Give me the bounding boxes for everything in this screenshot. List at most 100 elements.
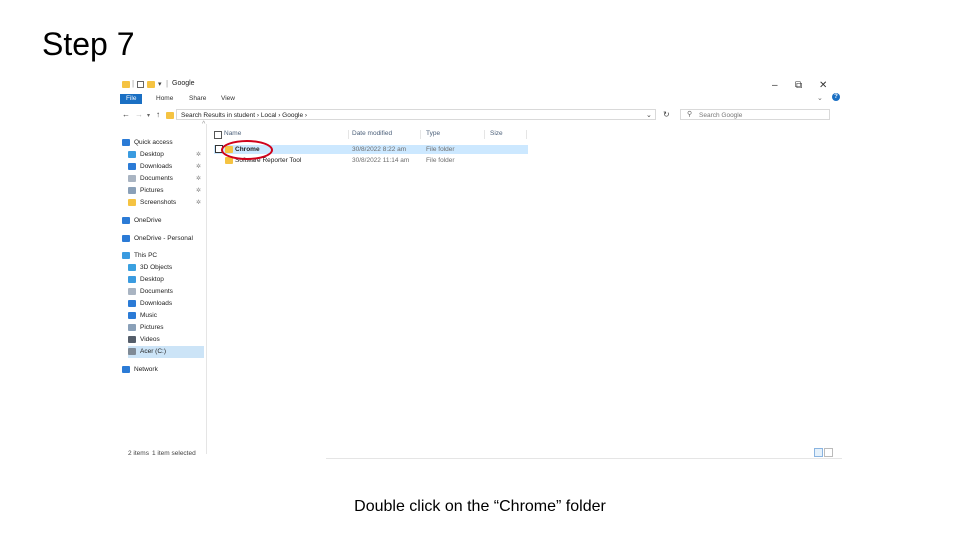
- pin-icon[interactable]: ✲: [196, 187, 201, 194]
- help-icon[interactable]: ?: [832, 93, 840, 101]
- sidebar-item-label: Quick access: [134, 139, 173, 146]
- up-arrow-icon[interactable]: ↑: [156, 110, 160, 119]
- tab-home[interactable]: Home: [156, 94, 173, 104]
- sidebar-item-pictures[interactable]: Pictures: [128, 322, 163, 334]
- sidebar-item-label: Documents: [140, 288, 173, 295]
- sidebar-item-onedrive-personal[interactable]: OneDrive - Personal: [122, 233, 193, 245]
- folder-icon: [122, 81, 130, 88]
- cloud-icon: [122, 216, 130, 224]
- new-folder-icon[interactable]: [147, 81, 155, 88]
- column-separator[interactable]: [484, 130, 485, 139]
- sidebar-item-this-pc[interactable]: This PC: [122, 250, 157, 262]
- restore-button[interactable]: ⧉: [795, 80, 802, 91]
- search-icon: ⚲: [687, 111, 693, 118]
- file-type: File folder: [426, 157, 455, 164]
- column-header-type[interactable]: Type: [426, 130, 440, 139]
- sidebar-item-label: Screenshots: [140, 199, 177, 206]
- select-all-checkbox[interactable]: [214, 131, 222, 139]
- slide-caption: Double click on the “Chrome” folder: [354, 498, 606, 515]
- sidebar-item-downloads[interactable]: Downloads: [128, 298, 172, 310]
- music-note-icon: [128, 311, 136, 319]
- sidebar-item-label: 3D Objects: [140, 264, 173, 271]
- sidebar-item-screenshots[interactable]: Screenshots: [128, 197, 176, 209]
- ribbon-tabs: File Home Share View ⌄: [118, 94, 842, 104]
- desktop-icon: [128, 275, 136, 283]
- sidebar-item-network[interactable]: Network: [122, 364, 158, 376]
- network-icon: [122, 365, 130, 373]
- search-input[interactable]: Search Google: [680, 109, 830, 120]
- tab-view[interactable]: View: [221, 94, 235, 104]
- pane-divider[interactable]: [206, 124, 207, 454]
- sidebar-item-label: Pictures: [140, 324, 164, 331]
- sidebar-item-label: Desktop: [140, 276, 164, 283]
- pin-icon[interactable]: ✲: [196, 199, 201, 206]
- file-explorer-window: | ▾ | Google – ⧉ ✕ File Home Share View …: [118, 78, 842, 462]
- close-button[interactable]: ✕: [819, 80, 827, 91]
- column-separator[interactable]: [348, 130, 349, 139]
- navigation-pane: Quick access Desktop ✲ Downloads ✲ Documents ✲…: [118, 128, 206, 408]
- file-date-modified: 30/8/2022 11:14 am: [352, 157, 410, 164]
- title-separator: |: [166, 79, 169, 88]
- document-icon: [128, 174, 136, 182]
- sidebar-item-onedrive[interactable]: OneDrive: [122, 215, 161, 227]
- large-icons-view-icon[interactable]: [824, 448, 833, 457]
- sidebar-item-videos[interactable]: Videos: [128, 334, 160, 346]
- minimize-button[interactable]: –: [772, 80, 778, 91]
- address-bar[interactable]: Search Results in student › Local › Goog…: [176, 109, 656, 120]
- column-header-size[interactable]: Size: [490, 130, 503, 139]
- picture-icon: [128, 186, 136, 194]
- tab-file[interactable]: File: [120, 94, 143, 104]
- column-separator[interactable]: [526, 130, 527, 139]
- customize-toolbar-chevron-icon[interactable]: ▾: [158, 80, 162, 88]
- sidebar-item-label: This PC: [134, 252, 158, 259]
- sidebar-item-label: OneDrive: [134, 217, 162, 224]
- status-bar-divider: [326, 458, 842, 459]
- pin-icon[interactable]: ✲: [196, 163, 201, 170]
- download-arrow-icon: [128, 162, 136, 170]
- address-row: ← → ▾ ↑ Search Results in student › Loca…: [118, 108, 842, 122]
- sidebar-item-label: Desktop: [140, 151, 164, 158]
- sidebar-item-documents[interactable]: Documents: [128, 286, 173, 298]
- expand-ribbon-chevron-icon[interactable]: ⌄: [817, 94, 823, 102]
- folder-icon: [128, 198, 136, 206]
- refresh-icon[interactable]: ↻: [663, 110, 670, 119]
- file-type: File folder: [426, 146, 455, 153]
- sidebar-item-quick-access[interactable]: Quick access: [122, 137, 173, 149]
- column-header-date-modified[interactable]: Date modified: [352, 130, 392, 139]
- sidebar-item-desktop[interactable]: Desktop: [128, 274, 164, 286]
- sidebar-item-label: Acer (C:): [140, 348, 166, 355]
- highlight-ellipse: [221, 140, 273, 160]
- sidebar-item-label: Pictures: [140, 187, 164, 194]
- column-header-name[interactable]: Name: [224, 130, 241, 139]
- sidebar-item-music[interactable]: Music: [128, 310, 157, 322]
- computer-icon: [122, 251, 130, 259]
- sidebar-item-3d-objects[interactable]: 3D Objects: [128, 262, 172, 274]
- pin-icon[interactable]: ✲: [196, 151, 201, 158]
- drive-icon: [128, 347, 136, 355]
- sidebar-item-label: Documents: [140, 175, 173, 182]
- slide-title: Step 7: [42, 26, 135, 62]
- column-separator[interactable]: [420, 130, 421, 139]
- window-title: Google: [172, 80, 195, 87]
- sidebar-item-downloads[interactable]: Downloads: [128, 161, 172, 173]
- forward-arrow-icon[interactable]: →: [135, 110, 143, 119]
- address-dropdown-chevron-icon[interactable]: ⌄: [646, 111, 652, 119]
- sidebar-item-label: Network: [134, 366, 158, 373]
- sidebar-item-desktop[interactable]: Desktop: [128, 149, 164, 161]
- status-item-count: 2 items: [128, 450, 149, 457]
- pin-icon[interactable]: ✲: [196, 175, 201, 182]
- status-selection: 1 item selected: [152, 450, 196, 457]
- sidebar-item-label: Downloads: [140, 163, 173, 170]
- sidebar-item-pictures[interactable]: Pictures: [128, 185, 163, 197]
- recent-locations-chevron-icon[interactable]: ▾: [147, 112, 150, 119]
- sidebar-item-acer-c[interactable]: Acer (C:): [128, 346, 204, 358]
- sidebar-item-label: Downloads: [140, 300, 173, 307]
- sidebar-item-documents[interactable]: Documents: [128, 173, 173, 185]
- quick-access-toolbar-separator: |: [132, 79, 135, 88]
- file-date-modified: 30/8/2022 8:22 am: [352, 146, 407, 153]
- properties-icon[interactable]: [137, 81, 144, 88]
- tab-share[interactable]: Share: [189, 94, 206, 104]
- details-view-icon[interactable]: [814, 448, 823, 457]
- sidebar-item-label: Videos: [140, 336, 160, 343]
- back-arrow-icon[interactable]: ←: [122, 110, 130, 119]
